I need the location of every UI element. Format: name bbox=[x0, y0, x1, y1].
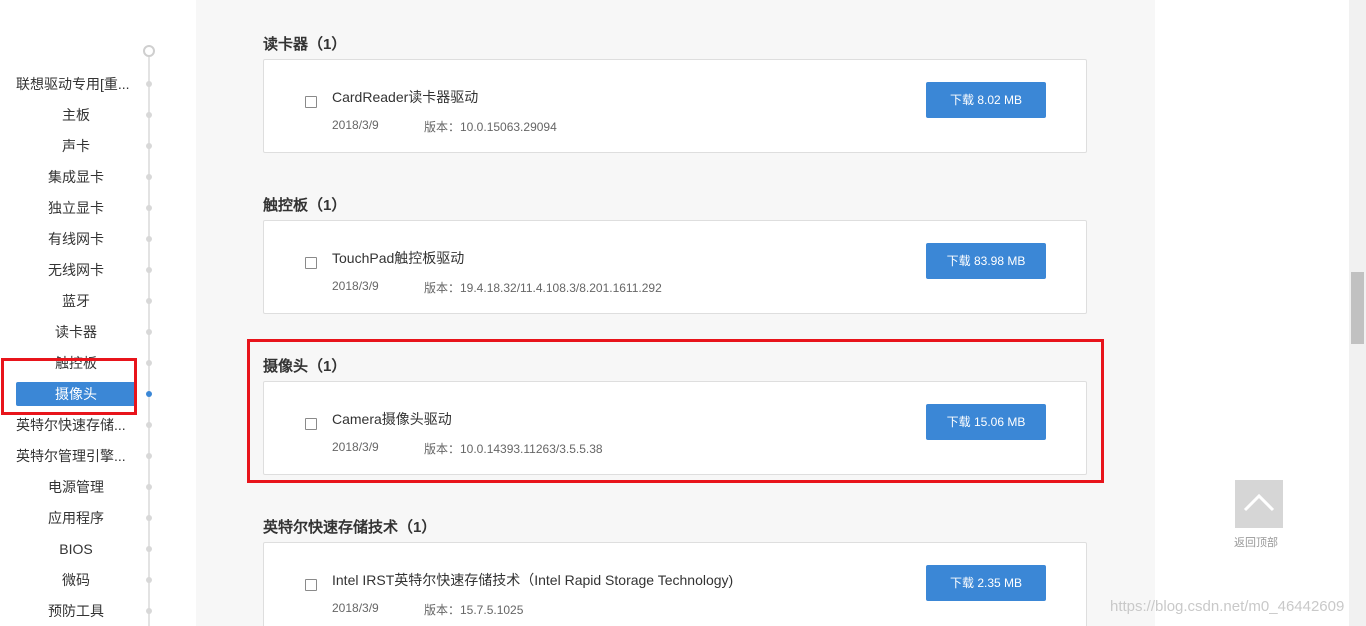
sidebar-item-label[interactable]: 联想驱动专用[重... bbox=[16, 72, 136, 96]
sidebar-item-discrete-graphics[interactable]: 独立显卡 bbox=[0, 196, 152, 220]
download-button[interactable]: 下载 2.35 MB bbox=[926, 565, 1046, 601]
driver-version: 版本：19.4.18.32/11.4.108.3/8.201.1611.292 bbox=[424, 281, 662, 295]
sidebar-item-label[interactable]: 集成显卡 bbox=[16, 165, 136, 189]
sidebar-item-label[interactable]: 微码 bbox=[16, 568, 136, 592]
sidebar-item-label[interactable]: BIOS bbox=[16, 537, 136, 561]
timeline-dot bbox=[146, 453, 152, 459]
driver-version: 版本：10.0.15063.29094 bbox=[424, 120, 557, 134]
timeline-dot bbox=[146, 484, 152, 490]
timeline-dot bbox=[146, 546, 152, 552]
sidebar-item-label[interactable]: 无线网卡 bbox=[16, 258, 136, 282]
driver-name: TouchPad触控板驱动 bbox=[332, 250, 465, 266]
timeline-dot bbox=[146, 515, 152, 521]
sidebar-item-motherboard[interactable]: 主板 bbox=[0, 103, 152, 127]
select-checkbox[interactable] bbox=[305, 579, 317, 591]
select-checkbox[interactable] bbox=[305, 96, 317, 108]
camera-highlight-box bbox=[247, 339, 1104, 483]
section-title-card-reader: 读卡器（1） bbox=[263, 36, 347, 53]
sidebar-item-label[interactable]: 英特尔快速存储... bbox=[16, 413, 136, 437]
timeline-dot bbox=[146, 236, 152, 242]
timeline-dot bbox=[146, 298, 152, 304]
sidebar-item-label[interactable]: 声卡 bbox=[16, 134, 136, 158]
download-button[interactable]: 下载 83.98 MB bbox=[926, 243, 1046, 279]
sidebar-nav: 联想驱动专用[重... 主板 声卡 集成显卡 独立显卡 有线网卡 无线网卡 蓝牙… bbox=[0, 0, 196, 626]
timeline-dot bbox=[146, 81, 152, 87]
driver-card-card-reader: CardReader读卡器驱动 2018/3/9 版本：10.0.15063.2… bbox=[263, 59, 1087, 153]
driver-date: 2018/3/9 bbox=[332, 601, 379, 615]
sidebar-item-intel-rst[interactable]: 英特尔快速存储... bbox=[0, 413, 152, 437]
sidebar-item-applications[interactable]: 应用程序 bbox=[0, 506, 152, 530]
sidebar-item-label[interactable]: 蓝牙 bbox=[16, 289, 136, 313]
sidebar-item-bluetooth[interactable]: 蓝牙 bbox=[0, 289, 152, 313]
chevron-up-icon bbox=[1243, 493, 1275, 512]
timeline-dot bbox=[146, 577, 152, 583]
sidebar-item-sound-card[interactable]: 声卡 bbox=[0, 134, 152, 158]
sidebar-highlight-box bbox=[1, 358, 137, 415]
back-to-top-button[interactable] bbox=[1235, 480, 1283, 528]
sidebar-item-lenovo-special[interactable]: 联想驱动专用[重... bbox=[0, 72, 152, 96]
sidebar-item-integrated-graphics[interactable]: 集成显卡 bbox=[0, 165, 152, 189]
driver-name: Intel IRST英特尔快速存储技术（Intel Rapid Storage … bbox=[332, 572, 734, 588]
sidebar-item-label[interactable]: 独立显卡 bbox=[16, 196, 136, 220]
section-title-touchpad: 触控板（1） bbox=[263, 197, 347, 214]
sidebar-item-label[interactable]: 有线网卡 bbox=[16, 227, 136, 251]
sidebar-item-microcode[interactable]: 微码 bbox=[0, 568, 152, 592]
sidebar-item-label[interactable]: 英特尔管理引擎... bbox=[16, 444, 136, 468]
page-scrollbar[interactable] bbox=[1349, 0, 1366, 626]
timeline-dot bbox=[146, 329, 152, 335]
timeline-start-marker bbox=[143, 45, 155, 57]
sidebar-item-card-reader[interactable]: 读卡器 bbox=[0, 320, 152, 344]
sidebar-item-label[interactable]: 预防工具 bbox=[16, 599, 136, 623]
sidebar-item-bios[interactable]: BIOS bbox=[0, 537, 152, 561]
sidebar-item-wireless-network[interactable]: 无线网卡 bbox=[0, 258, 152, 282]
scrollbar-thumb[interactable] bbox=[1351, 272, 1364, 344]
driver-card-intel-rst: Intel IRST英特尔快速存储技术（Intel Rapid Storage … bbox=[263, 542, 1087, 626]
timeline-dot bbox=[146, 267, 152, 273]
timeline-dot bbox=[146, 360, 152, 366]
timeline-dot bbox=[146, 143, 152, 149]
timeline-dot bbox=[146, 205, 152, 211]
page: 联想驱动专用[重... 主板 声卡 集成显卡 独立显卡 有线网卡 无线网卡 蓝牙… bbox=[0, 0, 1366, 626]
section-title-intel-rst: 英特尔快速存储技术（1） bbox=[263, 519, 437, 536]
select-checkbox[interactable] bbox=[305, 257, 317, 269]
sidebar-item-label[interactable]: 应用程序 bbox=[16, 506, 136, 530]
sidebar-item-power-management[interactable]: 电源管理 bbox=[0, 475, 152, 499]
sidebar-item-label[interactable]: 电源管理 bbox=[16, 475, 136, 499]
timeline-dot bbox=[146, 112, 152, 118]
driver-card-touchpad: TouchPad触控板驱动 2018/3/9 版本：19.4.18.32/11.… bbox=[263, 220, 1087, 314]
timeline-dot-active bbox=[146, 391, 152, 397]
timeline-dot bbox=[146, 174, 152, 180]
watermark: https://blog.csdn.net/m0_46442609 bbox=[1110, 598, 1345, 615]
download-button[interactable]: 下载 8.02 MB bbox=[926, 82, 1046, 118]
timeline-dot bbox=[146, 422, 152, 428]
sidebar-item-wired-network[interactable]: 有线网卡 bbox=[0, 227, 152, 251]
driver-date: 2018/3/9 bbox=[332, 279, 379, 293]
driver-version: 版本：15.7.5.1025 bbox=[424, 603, 524, 617]
sidebar-item-label[interactable]: 读卡器 bbox=[16, 320, 136, 344]
sidebar-item-intel-me[interactable]: 英特尔管理引擎... bbox=[0, 444, 152, 468]
timeline-dot bbox=[146, 608, 152, 614]
driver-name: CardReader读卡器驱动 bbox=[332, 89, 479, 105]
back-to-top-label[interactable]: 返回顶部 bbox=[1234, 534, 1278, 550]
sidebar-item-label[interactable]: 主板 bbox=[16, 103, 136, 127]
driver-date: 2018/3/9 bbox=[332, 118, 379, 132]
sidebar-item-prevention-tools[interactable]: 预防工具 bbox=[0, 599, 152, 623]
